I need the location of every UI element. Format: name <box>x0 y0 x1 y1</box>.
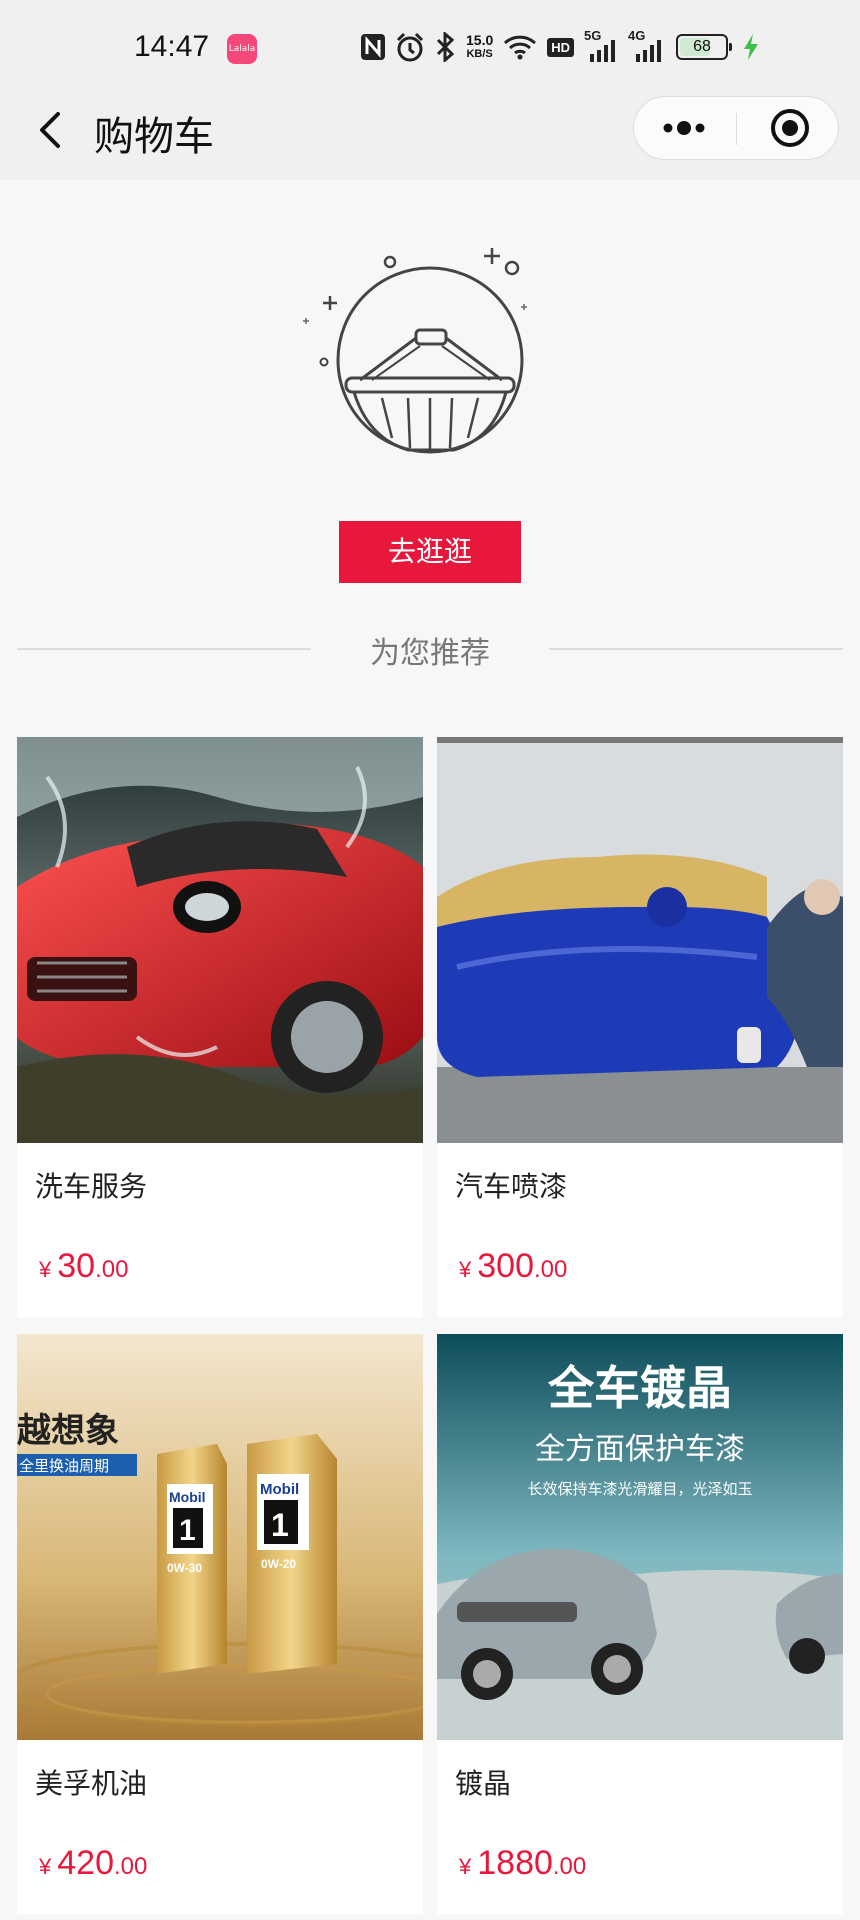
mobil-logo-left: Mobil <box>169 1489 206 1505</box>
product-image-car-paint[interactable] <box>437 737 843 1143</box>
coating-tagline: 长效保持车漆光滑耀目，光泽如玉 <box>527 1480 752 1498</box>
product-image-coating[interactable]: 全车镀晶 全方面保护车漆 长效保持车漆光滑耀目，光泽如玉 <box>437 1334 843 1740</box>
close-mini-program-icon[interactable] <box>738 97 838 159</box>
bluetooth-icon <box>436 32 455 62</box>
oil-grade-left: 0W-30 <box>167 1561 202 1575</box>
status-icons: 15.0 KB/S HD 5G 4G 68 <box>360 28 760 64</box>
network-speed-value: 15.0 <box>466 32 494 48</box>
app-notification-icon: Lalala <box>227 34 257 64</box>
signal-5g-icon: 5G <box>584 28 618 62</box>
hd-voice-icon: HD <box>547 37 575 57</box>
currency-symbol: ¥ <box>459 1257 472 1282</box>
product-price: ¥420.00 <box>39 1844 147 1883</box>
currency-symbol: ¥ <box>459 1854 472 1879</box>
divider-left <box>17 648 311 650</box>
back-icon[interactable] <box>30 108 74 152</box>
go-shopping-button[interactable]: 去逛逛 <box>339 521 521 583</box>
product-card-coating[interactable]: 全车镀晶 全方面保护车漆 长效保持车漆光滑耀目，光泽如玉 镀晶 ¥1880.00 <box>437 1334 843 1914</box>
mini-program-capsule <box>633 96 839 160</box>
price-integer: 1880 <box>477 1844 553 1882</box>
price-decimal: .00 <box>95 1256 129 1283</box>
product-price: ¥30.00 <box>39 1247 128 1286</box>
product-name: 镀晶 <box>455 1767 512 1800</box>
mobil-1-left: 1 <box>179 1514 196 1547</box>
recommend-title: 为您推荐 <box>370 636 490 671</box>
empty-cart-basket-icon <box>303 248 527 454</box>
price-integer: 300 <box>477 1247 534 1285</box>
charging-icon <box>744 34 759 60</box>
status-time: 14:47 <box>134 30 210 63</box>
product-card-car-wash[interactable]: 洗车服务 ¥30.00 <box>17 737 423 1317</box>
price-integer: 420 <box>57 1844 114 1882</box>
network-speed-unit: KB/S <box>466 48 493 60</box>
alarm-icon <box>396 32 424 62</box>
network-speed: 15.0 KB/S <box>466 33 493 61</box>
battery-level: 68 <box>693 38 711 55</box>
mobil-logo-right: Mobil <box>260 1481 299 1498</box>
price-decimal: .00 <box>533 1256 568 1283</box>
nav-bar: 购物车 <box>0 80 860 180</box>
signal-4g-icon: 4G <box>628 28 666 62</box>
more-icon[interactable] <box>634 97 736 159</box>
product-image-mobil-oil[interactable]: 越想象 全里换油周期 Mobil 1 Mobil 1 0W-30 0W-20 <box>17 1334 423 1740</box>
coating-headline: 全车镀晶 <box>547 1361 732 1415</box>
oil-grade-right: 0W-20 <box>261 1557 296 1571</box>
capsule-divider <box>736 113 737 145</box>
product-name: 洗车服务 <box>35 1170 148 1203</box>
currency-symbol: ¥ <box>39 1257 52 1282</box>
product-card-car-paint[interactable]: 汽车喷漆 ¥300.00 <box>437 737 843 1317</box>
mobil-1-right: 1 <box>271 1507 289 1543</box>
coating-subheadline: 全方面保护车漆 <box>535 1432 745 1467</box>
status-bar: 14:47 Lalala 15.0 KB/S HD 5G 4G 68 <box>0 0 860 80</box>
battery-icon: 68 <box>676 34 733 60</box>
nfc-icon <box>361 34 385 60</box>
product-image-car-wash[interactable] <box>17 737 423 1143</box>
oil-slogan: 越想象 <box>17 1411 119 1451</box>
price-decimal: .00 <box>552 1853 587 1880</box>
page-title: 购物车 <box>94 114 214 160</box>
product-card-mobil-oil[interactable]: 越想象 全里换油周期 Mobil 1 Mobil 1 0W-30 0W-20 美… <box>17 1334 423 1914</box>
currency-symbol: ¥ <box>39 1854 52 1879</box>
price-decimal: .00 <box>113 1853 148 1880</box>
product-price: ¥300.00 <box>459 1247 567 1286</box>
product-name: 汽车喷漆 <box>455 1170 568 1203</box>
oil-subslogan: 全里换油周期 <box>19 1457 109 1475</box>
price-integer: 30 <box>57 1247 96 1285</box>
divider-right <box>549 648 843 650</box>
product-name: 美孚机油 <box>35 1767 148 1800</box>
product-price: ¥1880.00 <box>459 1844 586 1883</box>
wifi-icon <box>504 35 537 60</box>
